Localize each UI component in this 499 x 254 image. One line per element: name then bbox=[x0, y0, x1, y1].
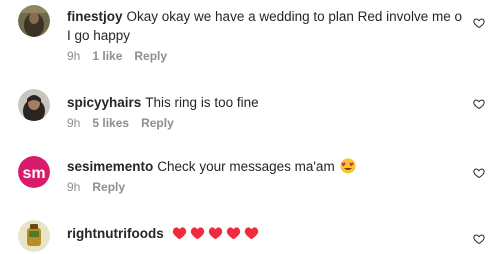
avatar[interactable] bbox=[18, 89, 50, 121]
smiling-face-with-heart-eyes-emoji bbox=[340, 158, 356, 174]
comment-likes[interactable]: 1 like bbox=[92, 49, 122, 63]
comment-meta: 9h Reply bbox=[67, 179, 467, 195]
comment-text: Check your messages ma'am bbox=[157, 159, 335, 174]
comment-time: 9h bbox=[67, 180, 81, 194]
comment-username[interactable]: spicyyhairs bbox=[67, 95, 141, 110]
avatar[interactable] bbox=[18, 5, 50, 37]
comment-content: spicyyhairs This ring is too fine 9h 5 lik… bbox=[67, 93, 467, 131]
red-heart-emoji bbox=[172, 227, 186, 240]
reply-button[interactable]: Reply bbox=[141, 116, 174, 130]
comment-meta: 9h 1 like Reply bbox=[67, 48, 467, 64]
avatar-logo-mark: sm bbox=[22, 165, 45, 182]
emoji-row bbox=[172, 226, 262, 245]
avatar[interactable] bbox=[18, 220, 50, 252]
comment-meta: 9h 5 likes Reply bbox=[67, 115, 467, 131]
avatar[interactable]: sm bbox=[18, 156, 50, 188]
comment-text: Okay okay we have a wedding to plan Red … bbox=[67, 9, 462, 43]
heart-outline-icon[interactable] bbox=[473, 233, 485, 245]
comment-time: 9h bbox=[67, 49, 81, 63]
reply-button[interactable]: Reply bbox=[92, 180, 125, 194]
comment-time: 9h bbox=[67, 116, 81, 130]
reply-button[interactable]: Reply bbox=[134, 49, 167, 63]
comment-likes[interactable]: 5 likes bbox=[92, 116, 129, 130]
red-heart-emoji bbox=[190, 227, 204, 240]
heart-outline-icon[interactable] bbox=[473, 167, 485, 179]
comment-username[interactable]: rightnutrifoods bbox=[67, 226, 164, 241]
red-heart-emoji bbox=[244, 227, 258, 240]
red-heart-emoji bbox=[226, 227, 240, 240]
heart-outline-icon[interactable] bbox=[473, 98, 485, 110]
heart-outline-icon[interactable] bbox=[473, 17, 485, 29]
comment-content: finestjoy Okay okay we have a wedding to … bbox=[67, 7, 467, 64]
comment-text: This ring is too fine bbox=[145, 95, 259, 110]
comment-username[interactable]: sesimemento bbox=[67, 159, 153, 174]
comment-content: rightnutrifoods bbox=[67, 224, 467, 245]
comment-username[interactable]: finestjoy bbox=[67, 9, 123, 24]
red-heart-emoji bbox=[208, 227, 222, 240]
comment-content: sesimemento Check your messages ma'am 9h R… bbox=[67, 157, 467, 195]
